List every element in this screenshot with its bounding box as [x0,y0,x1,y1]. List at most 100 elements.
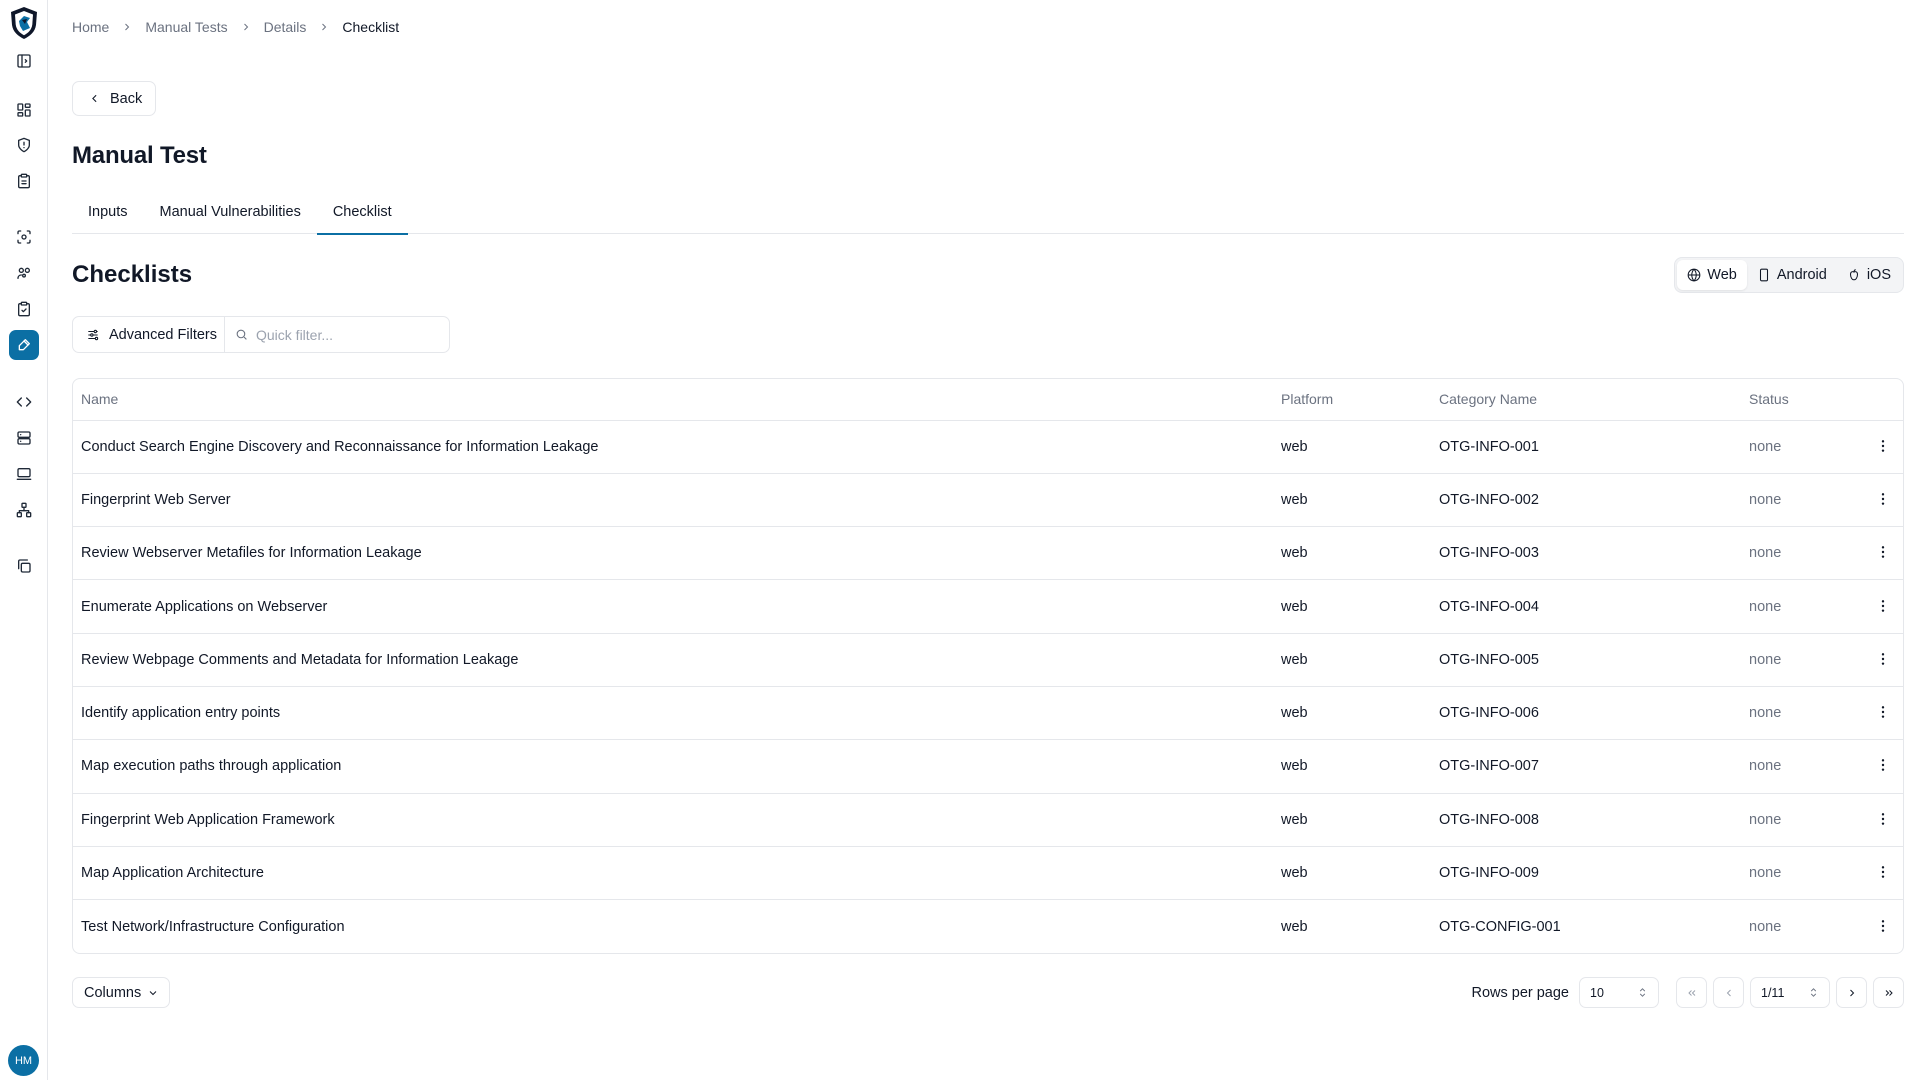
page-select[interactable]: 1/11 [1750,977,1830,1008]
back-button[interactable]: Back [72,81,157,116]
table-row[interactable]: Map execution paths through application w… [73,739,1903,793]
copy-icon[interactable] [9,551,39,581]
row-name-cell: Conduct Search Engine Discovery and Reco… [81,438,599,455]
globe-icon [1687,268,1701,282]
row-name-cell: Map execution paths through application [81,758,342,775]
row-category-cell: OTG-INFO-006 [1439,705,1539,722]
column-header-status[interactable]: Status [1741,379,1863,420]
row-actions-cell [1863,473,1903,526]
user-avatar[interactable]: HM [8,1045,39,1076]
row-status-cell: none [1749,811,1782,828]
toggle-sidebar-icon[interactable] [9,46,39,76]
row-name-cell: Review Webserver Metafiles for Informati… [81,545,422,562]
breadcrumb-home[interactable]: Home [72,19,109,35]
more-vertical-icon[interactable] [1873,596,1893,616]
table-row[interactable]: Fingerprint Web Server web OTG-INFO-002 non… [73,473,1903,526]
chevrons-right-icon [1885,989,1893,996]
row-platform-cell: web [1281,491,1308,508]
code-icon[interactable] [9,387,39,417]
more-vertical-icon[interactable] [1873,809,1893,829]
tab-inputs[interactable]: Inputs [72,190,144,234]
dashboard-icon[interactable] [9,95,39,125]
platform-android-label: Android [1776,267,1827,283]
table-row[interactable]: Review Webserver Metafiles for Informati… [73,526,1903,580]
columns-button[interactable]: Columns [72,977,171,1008]
chevron-left-icon [1726,989,1731,996]
back-label: Back [110,90,143,107]
pagination: Rows per page 10 1/11 [1471,977,1904,1008]
main-content: Home Manual Tests Details Checklist Back… [72,0,1904,1080]
row-category-cell: OTG-INFO-005 [1439,651,1539,668]
prev-page-button[interactable] [1713,977,1744,1008]
scan-icon[interactable] [9,222,39,252]
row-status-cell: none [1749,865,1782,882]
row-name-cell: Map Application Architecture [81,865,264,882]
row-category-cell: OTG-INFO-004 [1439,598,1539,615]
rows-per-page-value: 10 [1590,985,1604,1000]
network-icon[interactable] [9,495,39,525]
manual-test-icon[interactable] [9,330,39,360]
tab-manual-vulnerabilities[interactable]: Manual Vulnerabilities [144,190,317,234]
row-category-cell: OTG-INFO-009 [1439,865,1539,882]
table-row[interactable]: Test Network/Infrastructure Configuratio… [73,899,1903,953]
table-row[interactable]: Fingerprint Web Application Framework web… [73,793,1903,846]
platform-ios[interactable]: iOS [1837,260,1901,290]
quick-filter-input[interactable] [256,326,436,343]
row-category-cell: OTG-INFO-001 [1439,438,1539,455]
advanced-filters-button[interactable]: Advanced Filters [73,317,225,352]
more-vertical-icon[interactable] [1873,755,1893,775]
more-vertical-icon[interactable] [1873,436,1893,456]
shield-logo-icon[interactable] [8,6,40,40]
more-vertical-icon[interactable] [1873,649,1893,669]
tab-bar: Inputs Manual Vulnerabilities Checklist [72,190,1904,235]
more-vertical-icon[interactable] [1873,489,1893,509]
apple-icon [1849,269,1858,281]
breadcrumb-manual-tests[interactable]: Manual Tests [145,19,227,35]
users-icon[interactable] [9,258,39,288]
chevrons-up-down-icon [1639,988,1646,997]
server-icon[interactable] [9,423,39,453]
row-status-cell: none [1749,438,1782,455]
monitor-icon[interactable] [9,459,39,489]
row-category-cell: OTG-INFO-003 [1439,545,1539,562]
table-row[interactable]: Conduct Search Engine Discovery and Reco… [73,420,1903,473]
column-header-name[interactable]: Name [73,379,1273,420]
search-icon [236,329,247,340]
chevron-right-icon [318,21,330,33]
quick-filter [225,317,449,352]
column-header-category[interactable]: Category Name [1431,379,1741,420]
platform-web[interactable]: Web [1677,260,1747,290]
row-status-cell: none [1749,598,1782,615]
more-vertical-icon[interactable] [1873,916,1893,936]
breadcrumb-details[interactable]: Details [264,19,307,35]
chevrons-left-icon [1687,989,1695,996]
more-vertical-icon[interactable] [1873,542,1893,562]
shield-alert-icon[interactable] [9,130,39,160]
row-actions-cell [1863,900,1903,953]
row-platform-cell: web [1281,651,1308,668]
clipboard-list-icon[interactable] [9,166,39,196]
row-status-cell: none [1749,651,1782,668]
tab-checklist[interactable]: Checklist [316,190,408,235]
phone-icon [1759,268,1768,282]
row-actions-cell [1863,527,1903,580]
column-header-platform[interactable]: Platform [1273,379,1431,420]
more-vertical-icon[interactable] [1873,702,1893,722]
last-page-button[interactable] [1873,977,1904,1008]
row-platform-cell: web [1281,865,1308,882]
table-row[interactable]: Map Application Architecture web OTG-INFO-… [73,846,1903,899]
first-page-button[interactable] [1676,977,1707,1008]
checklist-table: Name Platform Category Name Status Condu… [72,378,1904,954]
table-row[interactable]: Review Webpage Comments and Metadata for… [73,633,1903,686]
row-status-cell: none [1749,918,1782,935]
clipboard-check-icon[interactable] [9,294,39,324]
row-name-cell: Test Network/Infrastructure Configuratio… [81,918,345,935]
platform-android[interactable]: Android [1747,260,1837,290]
table-row[interactable]: Identify application entry points web OTG-… [73,686,1903,739]
table-row[interactable]: Enumerate Applications on Webserver web OT… [73,579,1903,633]
row-platform-cell: web [1281,705,1308,722]
next-page-button[interactable] [1836,977,1867,1008]
rows-per-page-select[interactable]: 10 [1579,977,1659,1008]
chevron-right-icon [240,21,252,33]
more-vertical-icon[interactable] [1873,862,1893,882]
